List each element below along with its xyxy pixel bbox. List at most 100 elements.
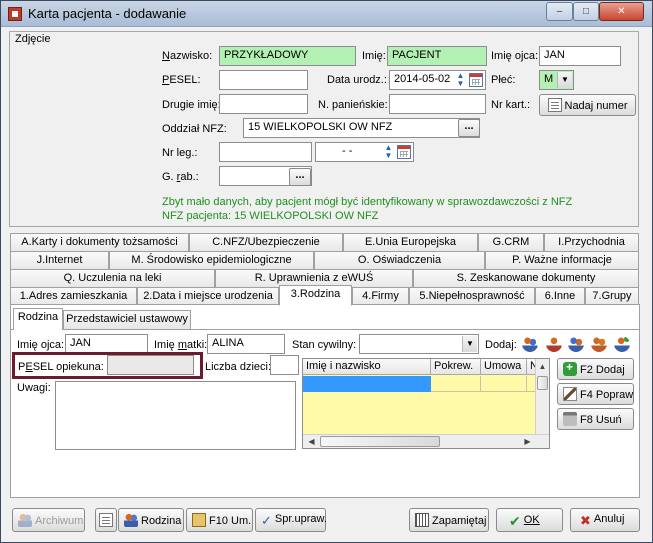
scroll-up-icon[interactable]: ▲ [536, 360, 549, 373]
family-grid[interactable]: Imię i nazwisko Pokrew. Umowa N ▲ ◀ ▶ [302, 358, 550, 449]
grid-cell[interactable] [431, 376, 481, 392]
rodzina-button[interactable]: Rodzina [118, 508, 184, 532]
add-parents-icon[interactable] [522, 336, 538, 352]
rodzina-button-label: Rodzina [141, 515, 182, 527]
dodaj-label: Dodaj: [485, 339, 517, 351]
tab-wazne-informacje[interactable]: P. Ważne informacje [485, 251, 639, 269]
f4-popraw-label: F4 Popraw [580, 389, 634, 401]
g-rab-browse-button[interactable]: ... [289, 168, 311, 186]
nr-leg-input[interactable] [219, 142, 312, 162]
data-urodz-input[interactable]: 2014-05-02 ▲ ▼ [389, 70, 486, 90]
grid-col-umowa[interactable]: Umowa [481, 359, 527, 375]
spin-arrows-icon[interactable]: ▲ ▼ [456, 72, 465, 88]
minimize-button[interactable]: – [546, 2, 573, 21]
nr-leg-date-value: - - [342, 145, 353, 157]
tab-zeskanowane[interactable]: S. Zeskanowane dokumenty [413, 269, 639, 287]
plec-select[interactable]: M ▼ [539, 70, 574, 90]
ok-button[interactable]: ✔ OK [496, 508, 563, 532]
zapamietaj-label: Zapamiętaj [432, 515, 487, 527]
drugie-imie-input[interactable] [219, 94, 308, 114]
horizontal-scroll-thumb[interactable] [320, 436, 440, 447]
tab-crm[interactable]: G.CRM [478, 233, 544, 251]
tab-data-miejsce-urodzenia[interactable]: 2.Data i miejsce urodzenia [137, 287, 279, 305]
calendar-icon[interactable] [469, 73, 483, 87]
imie-input[interactable]: PACJENT [387, 46, 487, 66]
calendar-icon[interactable] [397, 145, 411, 159]
grid-selected-cell[interactable] [303, 376, 431, 392]
nazwisko-panienskie-input[interactable] [389, 94, 486, 114]
chevron-down-icon[interactable]: ▼ [462, 336, 477, 352]
ok-label: OK [523, 514, 540, 526]
grid-header: Imię i nazwisko Pokrew. Umowa N [303, 359, 536, 375]
grid-col-imie-nazwisko[interactable]: Imię i nazwisko [303, 359, 431, 375]
pesel-input[interactable] [219, 70, 308, 90]
grid-vertical-scrollbar[interactable]: ▲ [535, 359, 549, 435]
tab-internet[interactable]: J.Internet [10, 251, 109, 269]
subtab-rodzina[interactable]: Rodzina [13, 308, 63, 330]
tab-firmy[interactable]: 4.Firmy [352, 287, 409, 305]
rodzina-imie-ojca-input[interactable]: JAN [65, 334, 148, 354]
tab-uczulenia[interactable]: Q. Uczulenia na leki [10, 269, 215, 287]
add-mother-icon[interactable] [546, 336, 562, 352]
grid-horizontal-scrollbar[interactable]: ◀ ▶ [303, 434, 549, 448]
tab-rodzina[interactable]: 3.Rodzina [279, 285, 352, 306]
nfz-warning-note: Zbyt mało danych, aby pacjent mógł być i… [162, 196, 573, 208]
nr-leg-date-input[interactable]: - - ▲ ▼ [315, 142, 414, 162]
close-button[interactable]: ✕ [599, 2, 644, 21]
add-guardian-icon[interactable] [614, 336, 630, 352]
imie-ojca-input[interactable]: JAN [539, 46, 621, 66]
tab-srodowisko[interactable]: M. Środowisko epidemiologiczne [109, 251, 314, 269]
scroll-left-icon[interactable]: ◀ [305, 435, 318, 448]
tab-niepelnosprawnosc[interactable]: 5.Niepełnosprawność [409, 287, 535, 305]
f10-um-button[interactable]: F10 Um. [186, 508, 253, 532]
add-icon [563, 360, 577, 376]
oddzial-nfz-browse-button[interactable]: ... [458, 119, 480, 137]
rodzina-imie-matki-input[interactable]: ALINA [207, 334, 285, 354]
stan-cywilny-select[interactable]: ▼ [359, 334, 479, 354]
spr-upraw-button[interactable]: ✓ Spr.upraw. [255, 508, 327, 532]
add-child-icon[interactable] [568, 336, 584, 352]
pesel-opiekuna-highlight [12, 352, 203, 379]
tab-adres-zamieszkania[interactable]: 1.Adres zamieszkania [10, 287, 137, 305]
photo-area[interactable] [13, 45, 151, 223]
chevron-down-icon[interactable]: ▼ [557, 72, 572, 88]
grid-cell[interactable] [481, 376, 527, 392]
numbering-icon [547, 98, 562, 112]
grid-col-pokrewienstwo[interactable]: Pokrew. [431, 359, 481, 375]
contract-icon [192, 513, 206, 527]
oddzial-nfz-label: Oddział NFZ: [162, 123, 227, 135]
tab-oswiadczenia[interactable]: O. Oświadczenia [314, 251, 485, 269]
ewus-check-icon: ✓ [261, 513, 272, 528]
subtab-przedstawiciel[interactable]: Przedstawiciel ustawowy [63, 310, 191, 329]
anuluj-button[interactable]: ✖ Anuluj [570, 508, 640, 532]
tab-nfz-ubezpieczenie[interactable]: C.NFZ/Ubezpieczenie [189, 233, 343, 251]
nadaj-numer-button[interactable]: Nadaj numer [539, 94, 636, 116]
vertical-scroll-thumb[interactable] [537, 376, 548, 390]
tab-unia-europejska[interactable]: E.Unia Europejska [343, 233, 478, 251]
tab-karty-dokumenty[interactable]: A.Karty i dokumenty tożsamości [10, 233, 189, 251]
liczba-dzieci-input[interactable] [270, 355, 299, 375]
uwagi-textarea[interactable] [55, 381, 296, 450]
f8-usun-label: F8 Usuń [580, 414, 622, 426]
nr-leg-label: Nr leg.: [162, 147, 198, 159]
checkmark-icon: ✔ [509, 513, 521, 529]
f2-dodaj-button[interactable]: F2 Dodaj [557, 358, 634, 380]
notes-button[interactable] [95, 508, 117, 532]
tab-grupy[interactable]: 7.Grupy [585, 287, 639, 305]
rodzina-imie-matki-label: Imię matki: [154, 339, 208, 351]
maximize-button[interactable]: □ [573, 2, 599, 21]
archiwum-button[interactable]: Archiwum [12, 508, 85, 532]
scroll-right-icon[interactable]: ▶ [521, 435, 534, 448]
oddzial-nfz-input[interactable]: 15 WIELKOPOLSKI OW NFZ [243, 118, 480, 138]
add-family-icon[interactable] [591, 336, 607, 352]
zapamietaj-button[interactable]: Zapamiętaj [409, 508, 489, 532]
spin-arrows-icon[interactable]: ▲ ▼ [384, 144, 393, 160]
f4-popraw-button[interactable]: F4 Popraw [557, 383, 634, 405]
tab-inne[interactable]: 6.Inne [535, 287, 585, 305]
nfz-patient-note: NFZ pacjenta: 15 WIELKOPOLSKI OW NFZ [162, 210, 379, 222]
tab-przychodnia[interactable]: I.Przychodnia [544, 233, 639, 251]
plec-label: Płeć: [491, 74, 516, 86]
nazwisko-input[interactable]: PRZYKŁADOWY [219, 46, 356, 66]
imie-label: Imię: [362, 50, 386, 62]
f8-usun-button[interactable]: F8 Usuń [557, 408, 634, 430]
